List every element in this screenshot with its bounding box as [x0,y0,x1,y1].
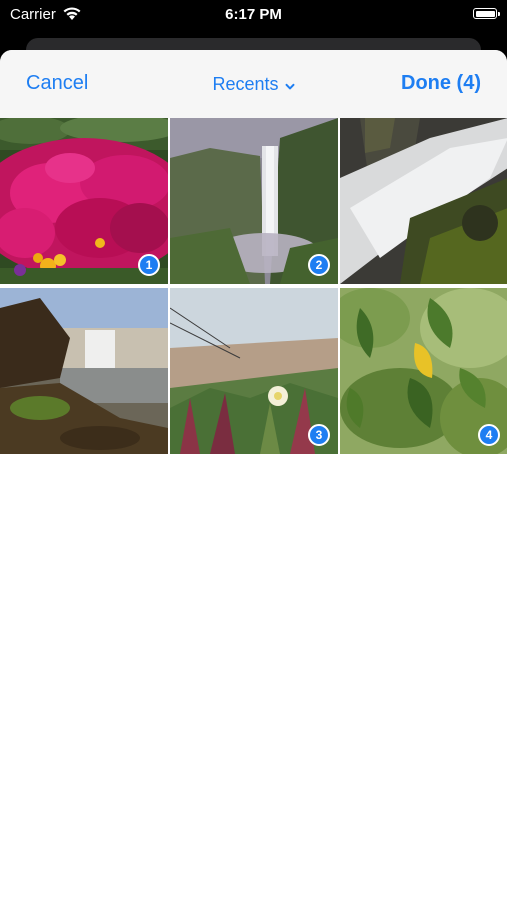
photo-picker-sheet: Cancel Recents Done (4) 1 2 3 4 [0,50,507,900]
done-button[interactable]: Done (4) [401,72,481,95]
selection-badge: 2 [308,254,330,276]
photo-thumbnail[interactable]: 3 [170,288,338,454]
photo-thumbnail[interactable]: 1 [0,118,168,284]
photo-thumbnail[interactable] [340,118,507,284]
selection-badge: 1 [138,254,160,276]
clock: 6:17 PM [225,6,282,23]
photo-thumbnail[interactable]: 2 [170,118,338,284]
status-bar: Carrier 6:17 PM [0,0,507,32]
battery-icon [473,8,500,19]
photo-thumbnail[interactable] [0,288,168,454]
photo-thumbnail[interactable]: 4 [340,288,507,454]
picker-nav-bar: Cancel Recents Done (4) [0,50,507,118]
album-label: Recents [212,74,279,94]
coast-waterfall-image [0,288,168,454]
selection-badge: 4 [478,424,500,446]
waterfall-rocks-image [340,118,507,284]
chevron-down-icon [285,75,295,96]
selection-badge: 3 [308,424,330,446]
